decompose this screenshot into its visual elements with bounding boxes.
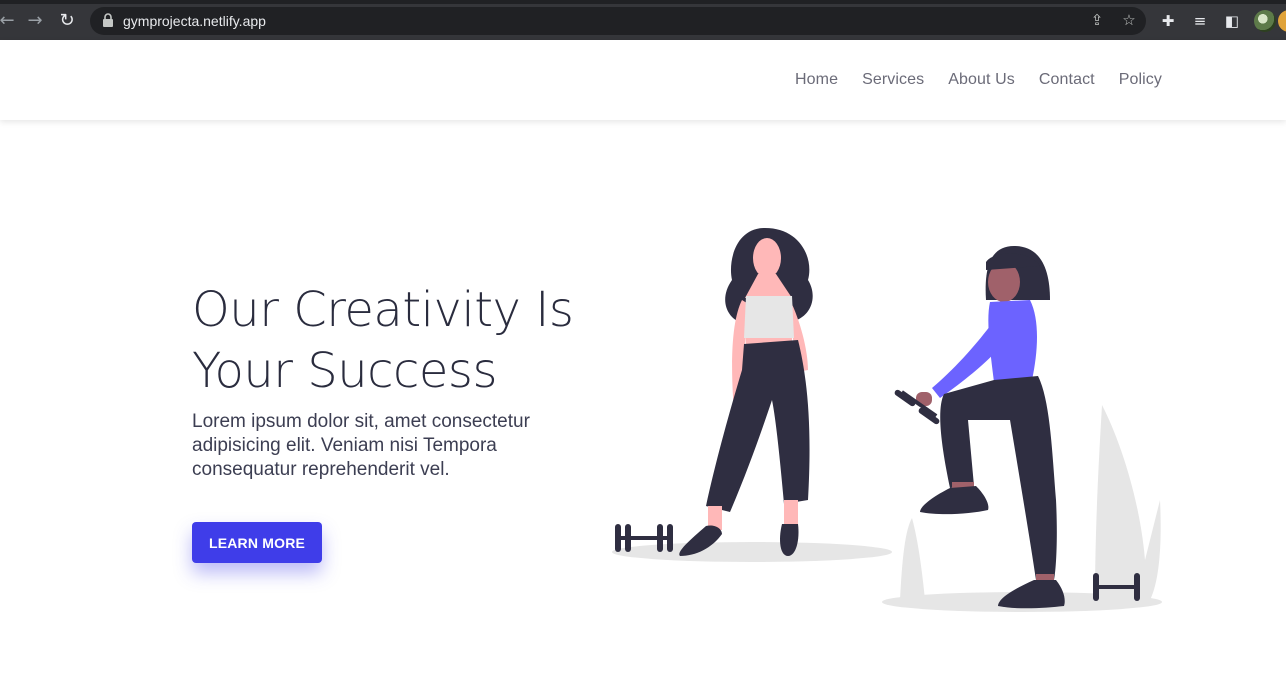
nav-services[interactable]: Services: [862, 71, 924, 89]
reload-icon[interactable]: ↻: [56, 10, 78, 32]
nav-contact[interactable]: Contact: [1039, 71, 1095, 89]
lock-icon[interactable]: [102, 13, 114, 27]
main-nav: Home Services About Us Contact Policy: [795, 71, 1162, 89]
site-header: Home Services About Us Contact Policy: [0, 40, 1286, 120]
browser-toolbar: ← → ↻ gymprojecta.netlify.app ⇪ ☆ ✚ ≡ ◧: [0, 0, 1286, 40]
bookmark-star-icon[interactable]: ☆: [1120, 11, 1138, 29]
url-text[interactable]: gymprojecta.netlify.app: [123, 13, 266, 29]
forward-icon[interactable]: →: [24, 10, 46, 32]
fitness-illustration: [612, 228, 1162, 612]
reading-list-icon[interactable]: ≡: [1190, 11, 1210, 31]
plant-shape: [900, 518, 925, 600]
nav-policy[interactable]: Policy: [1119, 71, 1162, 89]
plant-shape: [1095, 405, 1161, 600]
nav-home[interactable]: Home: [795, 71, 838, 89]
standing-woman-figure: [679, 228, 813, 556]
hero-title-line1: Our Creativity Is: [192, 282, 574, 338]
ground-shadow: [612, 542, 892, 562]
learn-more-button[interactable]: LEARN MORE: [192, 522, 322, 563]
back-icon[interactable]: ←: [0, 10, 18, 32]
extensions-icon[interactable]: ✚: [1158, 11, 1178, 31]
second-profile-avatar[interactable]: [1278, 10, 1286, 32]
hero-description: Lorem ipsum dolor sit, amet consectetur …: [192, 411, 530, 480]
side-panel-icon[interactable]: ◧: [1222, 11, 1242, 31]
profile-avatar[interactable]: [1254, 10, 1276, 32]
hero-title: Our Creativity Is Your Success: [192, 280, 612, 402]
nav-about-us[interactable]: About Us: [948, 71, 1015, 89]
share-icon[interactable]: ⇪: [1088, 11, 1106, 29]
tab-strip-edge: [0, 0, 1286, 4]
hero-title-line2: Your Success: [192, 343, 497, 399]
